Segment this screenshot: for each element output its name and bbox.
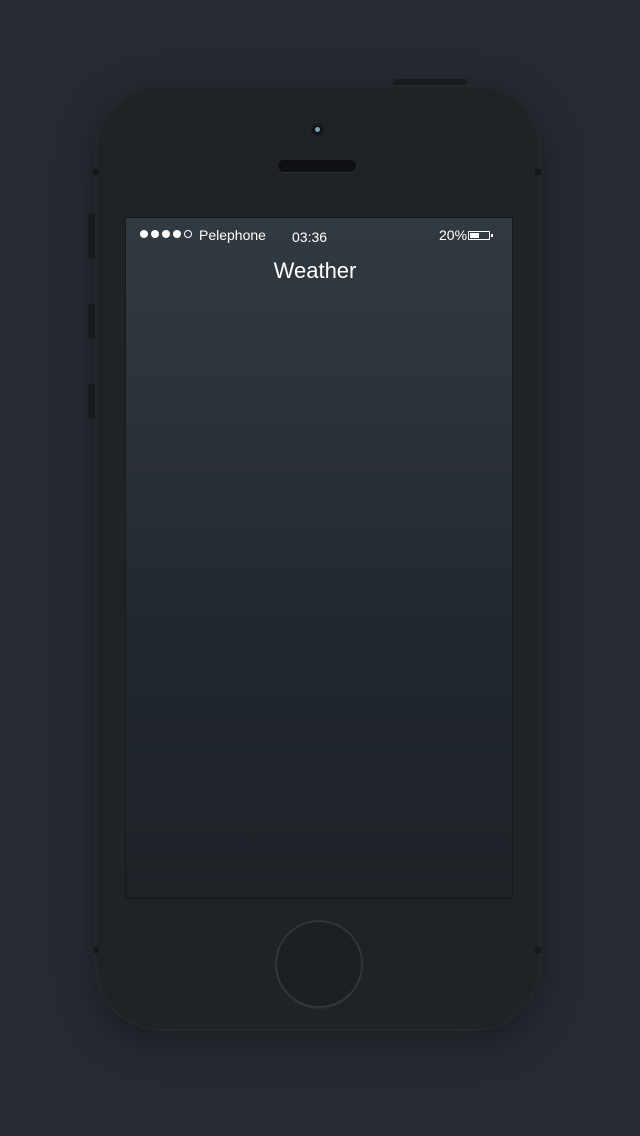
- carrier-name: Pelephone: [199, 227, 266, 243]
- signal-dot-filled: [151, 230, 159, 238]
- battery-level-fill: [470, 233, 479, 238]
- phone-screen: Pelephone 03:36 20% Weather: [126, 218, 512, 898]
- signal-dot-filled: [173, 230, 181, 238]
- signal-strength-icon: [140, 230, 192, 238]
- volume-down-button[interactable]: [88, 384, 95, 418]
- volume-up-button[interactable]: [88, 304, 95, 338]
- antenna-band-marker: [93, 169, 99, 175]
- front-camera-icon: [311, 123, 324, 136]
- signal-dot-filled: [140, 230, 148, 238]
- antenna-band-marker: [535, 169, 541, 175]
- battery-terminal: [491, 234, 493, 237]
- home-button[interactable]: [275, 920, 363, 1008]
- status-time: 03:36: [292, 229, 328, 245]
- status-bar: Pelephone 03:36 20%: [126, 218, 512, 254]
- earpiece-speaker: [278, 160, 356, 172]
- mute-switch[interactable]: [88, 214, 95, 258]
- signal-dot-empty: [184, 230, 192, 238]
- antenna-band-marker: [93, 947, 99, 953]
- battery-icon: [468, 231, 490, 240]
- signal-dot-filled: [162, 230, 170, 238]
- camera-lens: [315, 127, 320, 132]
- battery-percentage: 20%: [439, 227, 468, 243]
- device-mockup-stage: Pelephone 03:36 20% Weather: [0, 0, 640, 1136]
- antenna-band-marker: [535, 947, 541, 953]
- page-title: Weather: [273, 258, 357, 283]
